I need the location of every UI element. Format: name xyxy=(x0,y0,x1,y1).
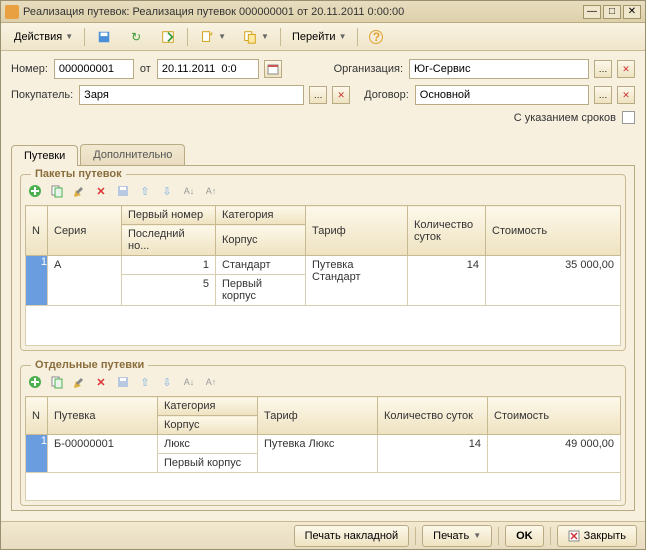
org-select-button[interactable]: … xyxy=(594,60,612,78)
edit-row-icon[interactable] xyxy=(69,181,89,201)
actions-menu[interactable]: Действия▼ xyxy=(7,26,80,48)
add-row-icon[interactable] xyxy=(25,372,45,392)
sort-desc-icon[interactable]: A↑ xyxy=(201,181,221,201)
sort-asc-icon[interactable]: A↓ xyxy=(179,372,199,392)
delete-row-icon[interactable]: ✕ xyxy=(91,372,111,392)
add-row-icon[interactable] xyxy=(25,181,45,201)
col-tarif[interactable]: Тариф xyxy=(258,397,378,435)
with-dates-checkbox[interactable] xyxy=(622,111,635,124)
contract-label: Договор: xyxy=(364,89,409,101)
titlebar: Реализация путевок: Реализация путевок 0… xyxy=(1,1,645,23)
col-lastnum[interactable]: Последний но... xyxy=(122,225,216,256)
close-window-button[interactable]: ✕ xyxy=(623,5,641,19)
with-dates-label: С указанием сроков xyxy=(514,112,616,124)
copy-row-icon[interactable] xyxy=(47,372,67,392)
save-icon-button[interactable] xyxy=(89,26,119,48)
print-invoice-button[interactable]: Печать накладной xyxy=(294,525,410,547)
goto-menu[interactable]: Перейти▼ xyxy=(285,26,354,48)
refresh-icon-button[interactable]: ↻ xyxy=(121,26,151,48)
col-n[interactable]: N xyxy=(26,397,48,435)
number-label: Номер: xyxy=(11,63,48,75)
move-down-icon[interactable]: ⇩ xyxy=(157,181,177,201)
org-label: Организация: xyxy=(334,63,403,75)
contract-input[interactable] xyxy=(415,85,589,105)
print-button[interactable]: Печать▼ xyxy=(422,525,492,547)
col-cost[interactable]: Стоимость xyxy=(488,397,621,435)
col-voucher[interactable]: Путевка xyxy=(48,397,158,435)
packets-title: Пакеты путевок xyxy=(31,168,126,180)
singles-title: Отдельные путевки xyxy=(31,359,148,371)
tab-extra[interactable]: Дополнительно xyxy=(80,144,185,165)
app-icon xyxy=(5,5,19,19)
tab-vouchers[interactable]: Путевки xyxy=(11,145,78,166)
close-button[interactable]: Закрыть xyxy=(557,525,637,547)
col-korpus[interactable]: Корпус xyxy=(158,416,258,435)
main-toolbar: Действия▼ ↻ ▼ ▼ Перейти▼ ? xyxy=(1,23,645,51)
col-days[interactable]: Количество суток xyxy=(408,206,486,256)
edit-row-icon[interactable] xyxy=(69,372,89,392)
contract-clear-button[interactable]: ✕ xyxy=(617,86,635,104)
window-title: Реализация путевок: Реализация путевок 0… xyxy=(23,6,583,18)
col-category[interactable]: Категория xyxy=(216,206,306,225)
sort-desc-icon[interactable]: A↑ xyxy=(201,372,221,392)
packets-toolbar: ✕ ⇧ ⇩ A↓ A↑ xyxy=(21,179,625,203)
col-series[interactable]: Серия xyxy=(48,206,122,256)
buyer-clear-button[interactable]: ✕ xyxy=(332,86,350,104)
contract-select-button[interactable]: … xyxy=(594,86,612,104)
minimize-button[interactable]: — xyxy=(583,5,601,19)
save-grid-icon[interactable] xyxy=(113,181,133,201)
maximize-button[interactable]: □ xyxy=(603,5,621,19)
packets-group: Пакеты путевок ✕ ⇧ ⇩ A↓ A↑ N Серия Первы… xyxy=(20,174,626,351)
singles-grid: N Путевка Категория Тариф Количество сут… xyxy=(25,396,621,501)
packets-grid: N Серия Первый номер Категория Тариф Кол… xyxy=(25,205,621,346)
col-korpus[interactable]: Корпус xyxy=(216,225,306,256)
post-icon-button[interactable] xyxy=(153,26,183,48)
number-input[interactable] xyxy=(54,59,134,79)
sort-asc-icon[interactable]: A↓ xyxy=(179,181,199,201)
col-n[interactable]: N xyxy=(26,206,48,256)
date-input[interactable] xyxy=(157,59,259,79)
save-grid-icon[interactable] xyxy=(113,372,133,392)
help-button[interactable]: ? xyxy=(362,26,390,48)
app-window: Реализация путевок: Реализация путевок 0… xyxy=(0,0,646,550)
tab-strip: Путевки Дополнительно xyxy=(1,144,645,165)
org-input[interactable] xyxy=(409,59,589,79)
ok-button[interactable]: OK xyxy=(505,525,544,547)
col-tarif[interactable]: Тариф xyxy=(306,206,408,256)
singles-group: Отдельные путевки ✕ ⇧ ⇩ A↓ A↑ N Путевка … xyxy=(20,365,626,506)
copy-row-icon[interactable] xyxy=(47,181,67,201)
move-up-icon[interactable]: ⇧ xyxy=(135,181,155,201)
transactions-icon-button[interactable]: ▼ xyxy=(192,26,233,48)
based-on-icon-button[interactable]: ▼ xyxy=(235,26,276,48)
delete-row-icon[interactable]: ✕ xyxy=(91,181,111,201)
date-picker-button[interactable] xyxy=(264,60,282,78)
move-up-icon[interactable]: ⇧ xyxy=(135,372,155,392)
col-firstnum[interactable]: Первый номер xyxy=(122,206,216,225)
footer-toolbar: Печать накладной Печать▼ OK Закрыть xyxy=(1,521,645,549)
form-header: Номер: от Организация: … ✕ Покупатель: …… xyxy=(1,51,645,138)
table-row[interactable]: 1 Б-00000001 Люкс Путевка Люкс 14 49 000… xyxy=(26,435,621,454)
move-down-icon[interactable]: ⇩ xyxy=(157,372,177,392)
col-cost[interactable]: Стоимость xyxy=(486,206,621,256)
org-clear-button[interactable]: ✕ xyxy=(617,60,635,78)
table-row[interactable]: 1 А 1 Стандарт Путевка Стандарт 14 35 00… xyxy=(26,256,621,275)
buyer-select-button[interactable]: … xyxy=(309,86,327,104)
col-category[interactable]: Категория xyxy=(158,397,258,416)
buyer-input[interactable] xyxy=(79,85,304,105)
tab-content: Пакеты путевок ✕ ⇧ ⇩ A↓ A↑ N Серия Первы… xyxy=(11,165,635,511)
singles-toolbar: ✕ ⇧ ⇩ A↓ A↑ xyxy=(21,370,625,394)
from-label: от xyxy=(140,63,151,75)
col-days[interactable]: Количество суток xyxy=(378,397,488,435)
buyer-label: Покупатель: xyxy=(11,89,73,101)
